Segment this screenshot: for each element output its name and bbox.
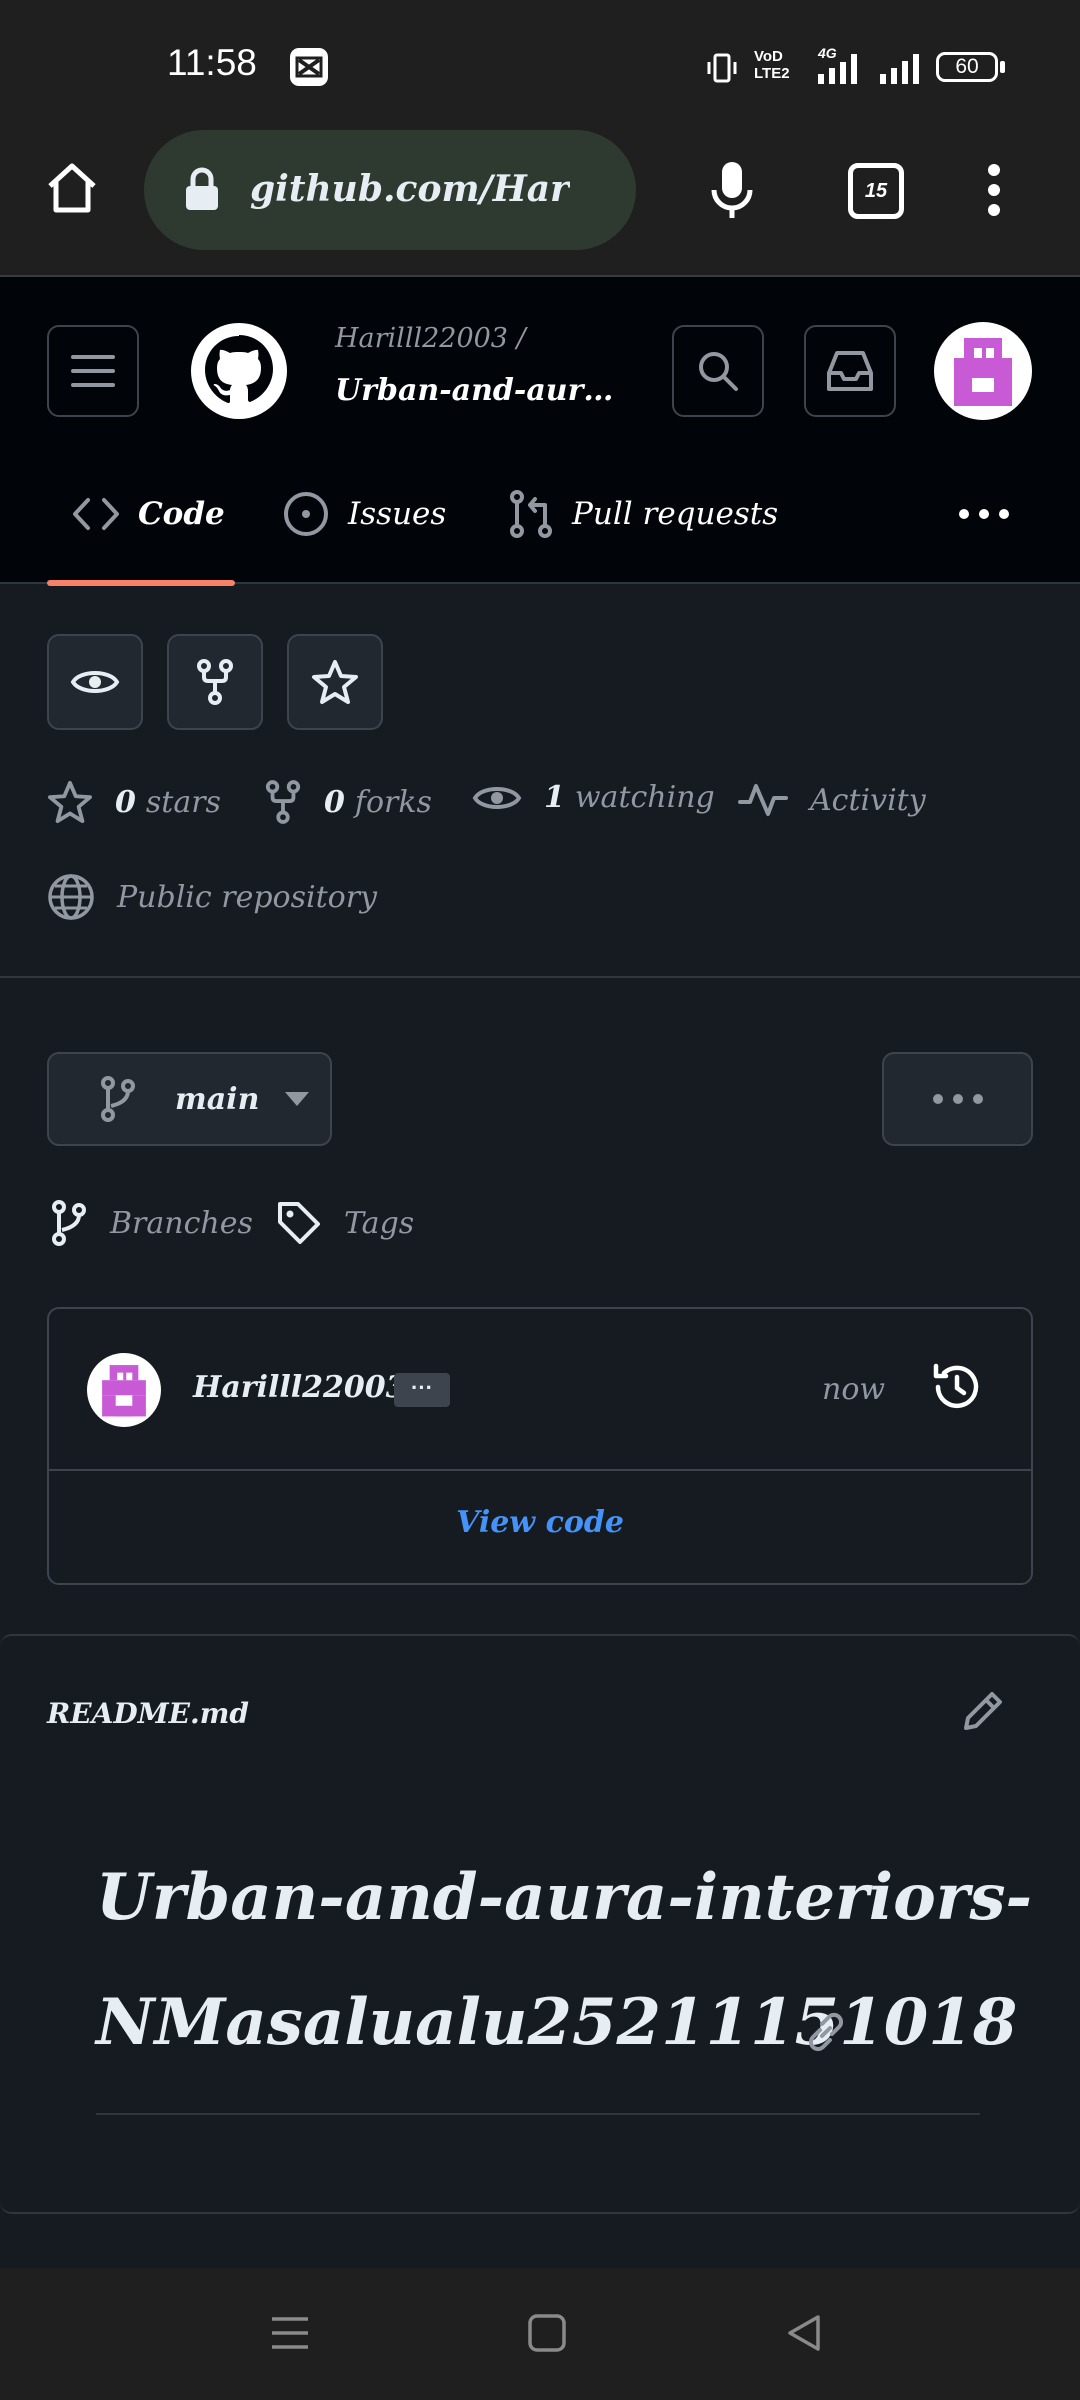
history-icon[interactable] <box>930 1360 984 1414</box>
code-icon <box>73 498 119 530</box>
star-button[interactable] <box>287 634 383 730</box>
visibility-info: Public repository <box>47 873 377 921</box>
tab-issues-label[interactable]: Issues <box>348 496 446 532</box>
activity-label[interactable]: Activity <box>810 783 926 818</box>
tab-code-label[interactable]: Code <box>138 496 225 532</box>
microphone-icon[interactable] <box>706 158 758 222</box>
recents-icon[interactable] <box>270 2313 310 2353</box>
search-icon <box>699 352 738 391</box>
activity-icon <box>738 784 788 816</box>
forks-label[interactable]: forks <box>355 785 432 820</box>
readme-filename[interactable]: README.md <box>47 1697 249 1730</box>
user-avatar[interactable] <box>934 322 1032 420</box>
back-icon[interactable] <box>784 2313 824 2353</box>
svg-text:4G: 4G <box>817 45 837 61</box>
volte-indicator: VoD LTE2 <box>754 48 790 82</box>
watching-count[interactable]: 1 <box>544 780 565 815</box>
star-icon <box>312 660 358 704</box>
anchor-link-icon[interactable] <box>802 2008 850 2056</box>
stars-label[interactable]: stars <box>146 785 221 820</box>
selected-tab-indicator <box>47 580 235 586</box>
heading-rule <box>96 2113 980 2115</box>
repo-owner-text[interactable]: Harilll22003 <box>335 323 508 354</box>
visibility-label: Public repository <box>117 879 377 915</box>
tab-pull-requests[interactable]: Pull requests <box>508 482 778 546</box>
path-separator: / <box>516 323 526 354</box>
search-button[interactable] <box>672 325 764 417</box>
issue-icon <box>284 492 328 536</box>
vibrate-icon <box>704 50 740 86</box>
github-logo-icon[interactable] <box>190 322 288 420</box>
branch-icon <box>101 1076 135 1122</box>
eye-icon <box>472 786 522 809</box>
ellipsis-icon <box>932 1094 983 1104</box>
view-code-link[interactable]: View code <box>47 1505 1033 1540</box>
battery-tip <box>1000 61 1005 73</box>
branches-label[interactable]: Branches <box>110 1206 253 1241</box>
pull-request-icon <box>510 490 552 538</box>
forks-count[interactable]: 0 <box>324 785 345 820</box>
readme-heading-line2: NMasalualu25211151018 <box>96 1985 1017 2060</box>
url-text[interactable]: github.com/Harilll2200 <box>250 168 570 210</box>
more-options-button[interactable] <box>882 1052 1033 1146</box>
inbox-button[interactable] <box>804 325 896 417</box>
stars-count[interactable]: 0 <box>115 785 136 820</box>
branch-selector-button[interactable]: main <box>47 1052 332 1146</box>
commit-separator <box>49 1469 1031 1471</box>
commit-message-expand-button[interactable]: ··· <box>394 1373 450 1407</box>
tags-link[interactable]: Tags <box>276 1200 414 1246</box>
lock-icon <box>182 166 222 212</box>
fork-button[interactable] <box>167 634 263 730</box>
readme-heading-text: NMasalualu25211151018 <box>96 1985 1018 2060</box>
stars-link[interactable]: 0 stars <box>47 780 221 824</box>
branches-link[interactable]: Branches <box>50 1200 253 1246</box>
commit-author[interactable]: Harilll22003 <box>193 1370 407 1405</box>
readme-heading-line1: Urban-and-aura-interiors- <box>96 1860 1033 1935</box>
fork-icon <box>197 659 233 705</box>
hamburger-icon <box>71 355 115 387</box>
watching-label[interactable]: watching <box>575 780 715 815</box>
tags-label[interactable]: Tags <box>344 1206 414 1241</box>
home-icon[interactable] <box>42 158 102 218</box>
repo-name[interactable]: Urban-and-aura-in... <box>335 373 615 408</box>
tab-switcher-button[interactable]: 15 <box>848 163 904 219</box>
watch-button[interactable] <box>47 634 143 730</box>
inbox-icon <box>827 351 873 391</box>
signal-icon-1: 4G <box>812 44 866 86</box>
hamburger-menu-button[interactable] <box>47 325 139 417</box>
branch-name[interactable]: main <box>175 1082 259 1117</box>
edit-pencil-icon[interactable] <box>958 1686 1008 1736</box>
commit-author-avatar[interactable] <box>87 1353 161 1427</box>
caret-down-icon <box>285 1092 310 1106</box>
forks-link[interactable]: 0 forks <box>264 780 432 824</box>
section-divider <box>0 976 1080 978</box>
fork-icon <box>265 780 301 824</box>
repo-owner[interactable]: Harilll22003 / <box>335 323 526 354</box>
tab-issues[interactable]: Issues <box>282 482 446 546</box>
tag-icon <box>278 1202 320 1244</box>
capcut-icon <box>290 48 328 86</box>
signal-icon-2 <box>878 50 926 86</box>
star-icon <box>48 780 93 824</box>
watching-link[interactable]: 1 watching <box>472 780 715 815</box>
eye-icon <box>70 671 120 693</box>
commit-time: now <box>822 1372 886 1407</box>
branch-icon <box>52 1200 86 1246</box>
more-tabs-icon[interactable] <box>958 500 1010 528</box>
activity-link[interactable]: Activity <box>738 780 926 820</box>
globe-icon <box>48 874 94 920</box>
tab-code[interactable]: Code <box>72 482 225 546</box>
battery-indicator: 60 <box>936 52 998 82</box>
status-time: 11:58 <box>167 42 257 83</box>
home-nav-icon[interactable] <box>528 2314 566 2352</box>
tab-pull-requests-label[interactable]: Pull requests <box>572 496 778 532</box>
browser-menu-icon[interactable] <box>980 160 1008 220</box>
latest-commit-box <box>47 1307 1033 1585</box>
